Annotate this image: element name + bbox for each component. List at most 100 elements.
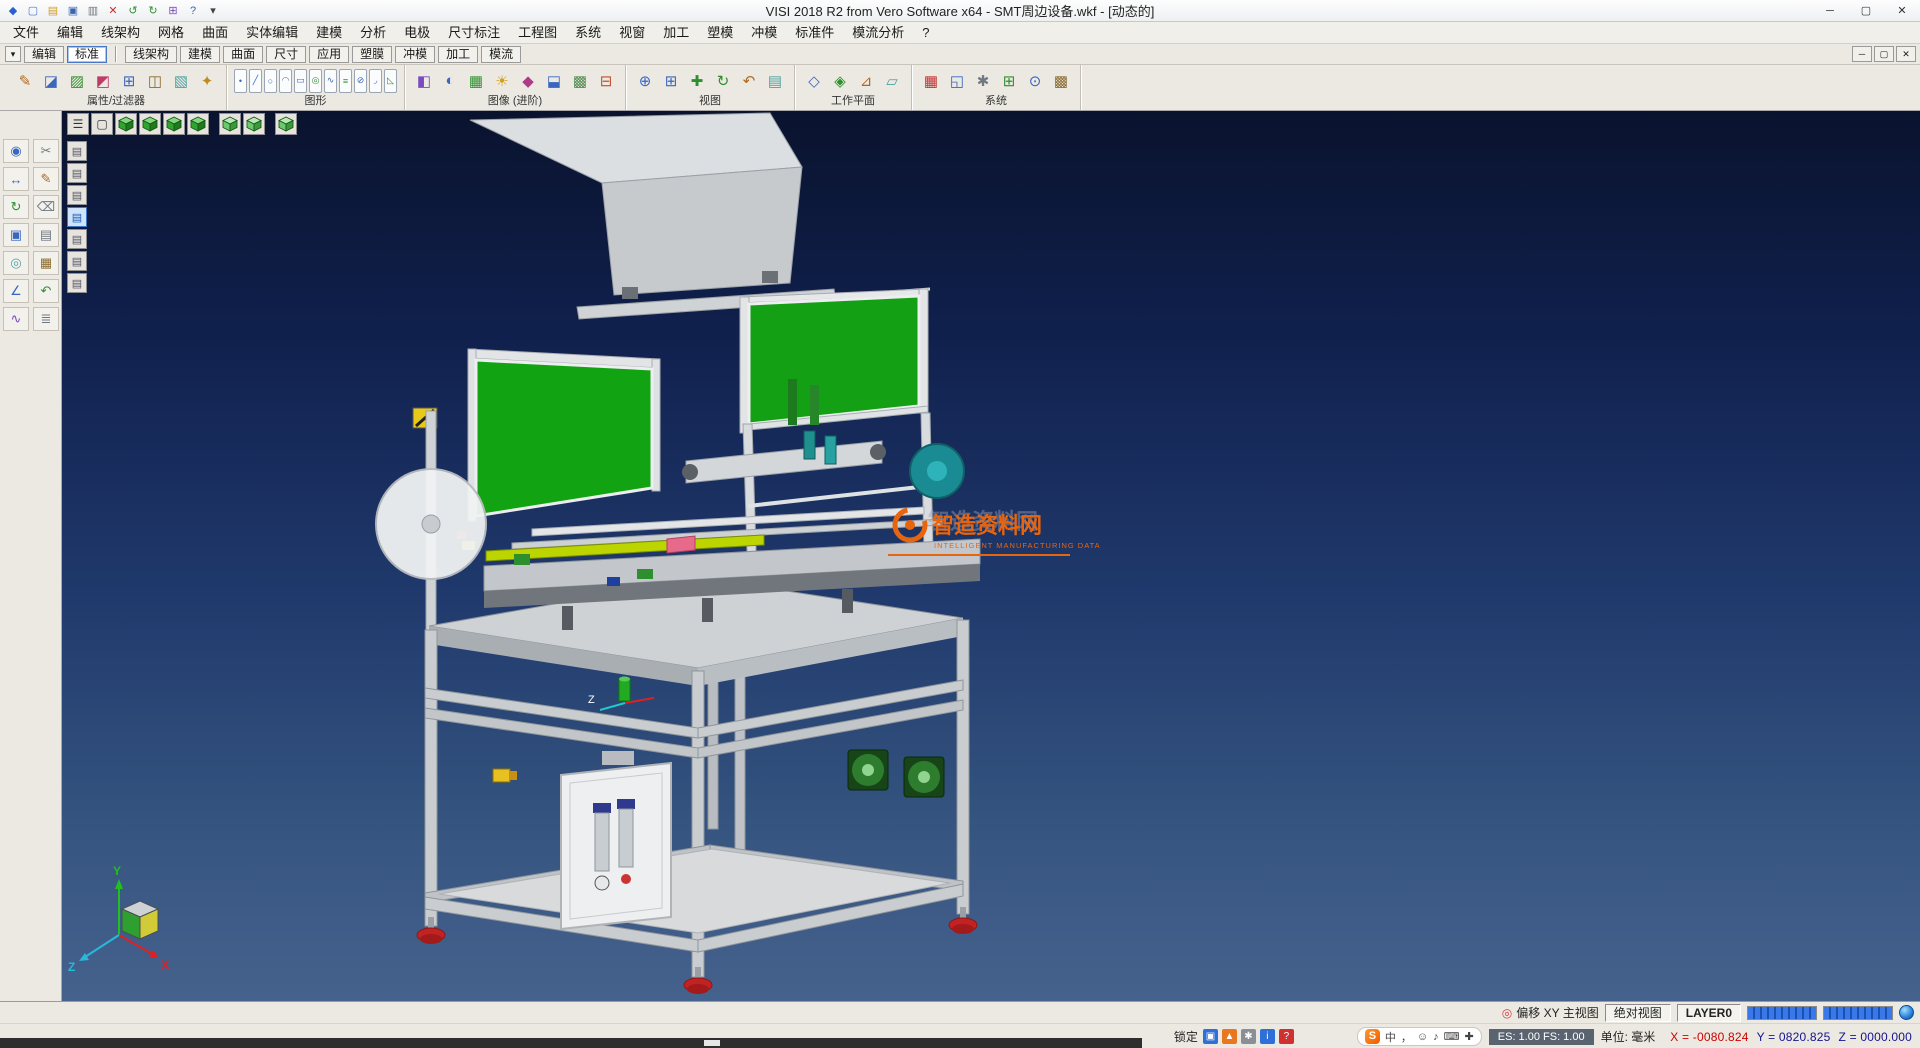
zoom-window-icon[interactable]: ⊞ xyxy=(659,69,683,93)
line-tool-icon[interactable]: ╱ xyxy=(249,69,262,93)
background-icon[interactable]: ▩ xyxy=(568,69,592,93)
redo-icon[interactable]: ↻ xyxy=(144,3,162,19)
zoom-tool-icon[interactable]: ◉ xyxy=(3,139,29,163)
menu-item[interactable]: 线架构 xyxy=(92,22,149,44)
view-cube-top[interactable] xyxy=(163,113,185,135)
workplane-3point-icon[interactable]: ◈ xyxy=(828,69,852,93)
menu-item[interactable]: 冲模 xyxy=(742,22,786,44)
ime-logo-icon[interactable]: S xyxy=(1365,1029,1380,1044)
cylinder-tool-icon[interactable]: ◎ xyxy=(3,251,29,275)
rotate-tool-icon[interactable]: ↻ xyxy=(3,195,29,219)
open-file-icon[interactable]: ▤ xyxy=(44,3,62,19)
view-menu-button[interactable]: ☰ xyxy=(67,113,89,135)
view-cube-right[interactable] xyxy=(187,113,209,135)
side-tool-5[interactable]: ▤ xyxy=(67,229,87,249)
menu-item[interactable]: 加工 xyxy=(654,22,698,44)
workplane-reset-icon[interactable]: ▱ xyxy=(880,69,904,93)
render-icon[interactable]: ◧ xyxy=(412,69,436,93)
screen-config-icon[interactable]: ◱ xyxy=(945,69,969,93)
system-settings-icon[interactable]: ✱ xyxy=(971,69,995,93)
help-status-icon[interactable]: ? xyxy=(1279,1029,1294,1044)
mdi-close-button[interactable]: ✕ xyxy=(1896,46,1916,62)
undo-icon[interactable]: ↺ xyxy=(124,3,142,19)
viewport-3d[interactable]: Z 智造资料网 智造资料网 INTELLIGENT MANUFACTURING … xyxy=(62,111,1920,1001)
mdi-minimize-button[interactable]: ─ xyxy=(1852,46,1872,62)
move-tool-icon[interactable]: ↔ xyxy=(3,167,29,191)
spline-tool-icon[interactable]: ∿ xyxy=(324,69,337,93)
view-cube-back[interactable] xyxy=(243,113,265,135)
info-status-icon[interactable]: i xyxy=(1260,1029,1275,1044)
side-tool-3[interactable]: ▤ xyxy=(67,185,87,205)
view-cube-bottom[interactable] xyxy=(275,113,297,135)
block-tool-icon[interactable]: ▦ xyxy=(33,251,59,275)
side-tool-6[interactable]: ▤ xyxy=(67,251,87,271)
color-filter-icon[interactable]: ▨ xyxy=(65,69,89,93)
mode-tab-item[interactable]: 曲面 xyxy=(223,46,263,63)
circle-tool-icon[interactable]: ○ xyxy=(264,69,277,93)
measure-tool-icon[interactable]: ∠ xyxy=(3,279,29,303)
view-manager-icon[interactable]: ▤ xyxy=(763,69,787,93)
chamfer-tool-icon[interactable]: ◺ xyxy=(384,69,397,93)
menu-item[interactable]: 模流分析 xyxy=(843,22,913,44)
grid-icon[interactable]: ⊞ xyxy=(997,69,1021,93)
menu-item[interactable]: 分析 xyxy=(351,22,395,44)
texture-icon[interactable]: ▦ xyxy=(464,69,488,93)
settings-status-icon[interactable]: ✱ xyxy=(1241,1029,1256,1044)
taskbar-sliver[interactable] xyxy=(0,1038,1142,1048)
mdi-restore-button[interactable]: ▢ xyxy=(1874,46,1894,62)
menu-item[interactable]: 系统 xyxy=(566,22,610,44)
side-tool-7[interactable]: ▤ xyxy=(67,273,87,293)
layers-tool-icon[interactable]: ≣ xyxy=(33,307,59,331)
view-cube-front[interactable] xyxy=(139,113,161,135)
alert-status-icon[interactable]: ▲ xyxy=(1222,1029,1237,1044)
arc-tool-icon[interactable]: ◠ xyxy=(279,69,292,93)
save-icon[interactable]: ▣ xyxy=(64,3,82,19)
side-tool-2[interactable]: ▤ xyxy=(67,163,87,183)
snapshot-icon[interactable]: ⬓ xyxy=(542,69,566,93)
display-status-icon[interactable]: ▣ xyxy=(1203,1029,1218,1044)
mask-filter-icon[interactable]: ▧ xyxy=(169,69,193,93)
shade-icon[interactable]: ◐ xyxy=(438,69,462,93)
color-palette-icon[interactable]: ▦ xyxy=(919,69,943,93)
maximize-button[interactable]: ▢ xyxy=(1848,0,1884,22)
plot-icon[interactable]: ⊞ xyxy=(164,3,182,19)
ime-toolbox-icon[interactable]: ✚ xyxy=(1465,1030,1474,1043)
active-layer-indicator[interactable]: LAYER0 xyxy=(1677,1004,1741,1022)
menu-item[interactable]: 尺寸标注 xyxy=(439,22,509,44)
selection-filter-icon[interactable]: ◫ xyxy=(143,69,167,93)
mode-tab-item[interactable]: 应用 xyxy=(309,46,349,63)
tabbar-dropdown[interactable]: ▾ xyxy=(5,46,21,62)
ime-lang-mode[interactable]: 中 xyxy=(1385,1029,1396,1045)
ime-punct-mode[interactable]: ， xyxy=(1401,1029,1412,1045)
mode-tab-item[interactable]: 建模 xyxy=(180,46,220,63)
rectangle-tool-icon[interactable]: ▭ xyxy=(294,69,307,93)
pan-icon[interactable]: ✚ xyxy=(685,69,709,93)
workplane-xy-icon[interactable]: ◇ xyxy=(802,69,826,93)
menu-item[interactable]: 视窗 xyxy=(610,22,654,44)
menu-item[interactable]: 电极 xyxy=(395,22,439,44)
fillet-tool-icon[interactable]: ◞ xyxy=(369,69,382,93)
taskbar-item[interactable] xyxy=(704,1040,720,1046)
mode-tab-item[interactable]: 线架构 xyxy=(125,46,177,63)
view-cube-left[interactable] xyxy=(219,113,241,135)
undo-tool-icon[interactable]: ↶ xyxy=(33,279,59,303)
layer-filter-icon[interactable]: ◩ xyxy=(91,69,115,93)
edit-tool-icon[interactable]: ✎ xyxy=(33,167,59,191)
ellipse-tool-icon[interactable]: ◎ xyxy=(309,69,322,93)
element-filter-icon[interactable]: ⊞ xyxy=(117,69,141,93)
menu-item[interactable]: 曲面 xyxy=(193,22,237,44)
menu-item[interactable]: 实体编辑 xyxy=(237,22,307,44)
previous-view-icon[interactable]: ↶ xyxy=(737,69,761,93)
mode-tab-item[interactable]: 塑膜 xyxy=(352,46,392,63)
help-icon[interactable]: ? xyxy=(184,3,202,19)
mode-tab-item[interactable]: 加工 xyxy=(438,46,478,63)
tab-item[interactable]: 标准 xyxy=(67,46,107,63)
trim-tool-icon[interactable]: ⊘ xyxy=(354,69,367,93)
view-reference[interactable]: ◎ 偏移 XY 主视图 xyxy=(1502,1004,1599,1021)
side-tool-4[interactable]: ▤ xyxy=(67,207,87,227)
workplane-normal-icon[interactable]: ⊿ xyxy=(854,69,878,93)
lighting-icon[interactable]: ☀ xyxy=(490,69,514,93)
ime-mic-icon[interactable]: ♪ xyxy=(1433,1031,1439,1043)
material-icon[interactable]: ◆ xyxy=(516,69,540,93)
calculator-icon[interactable]: ▩ xyxy=(1049,69,1073,93)
